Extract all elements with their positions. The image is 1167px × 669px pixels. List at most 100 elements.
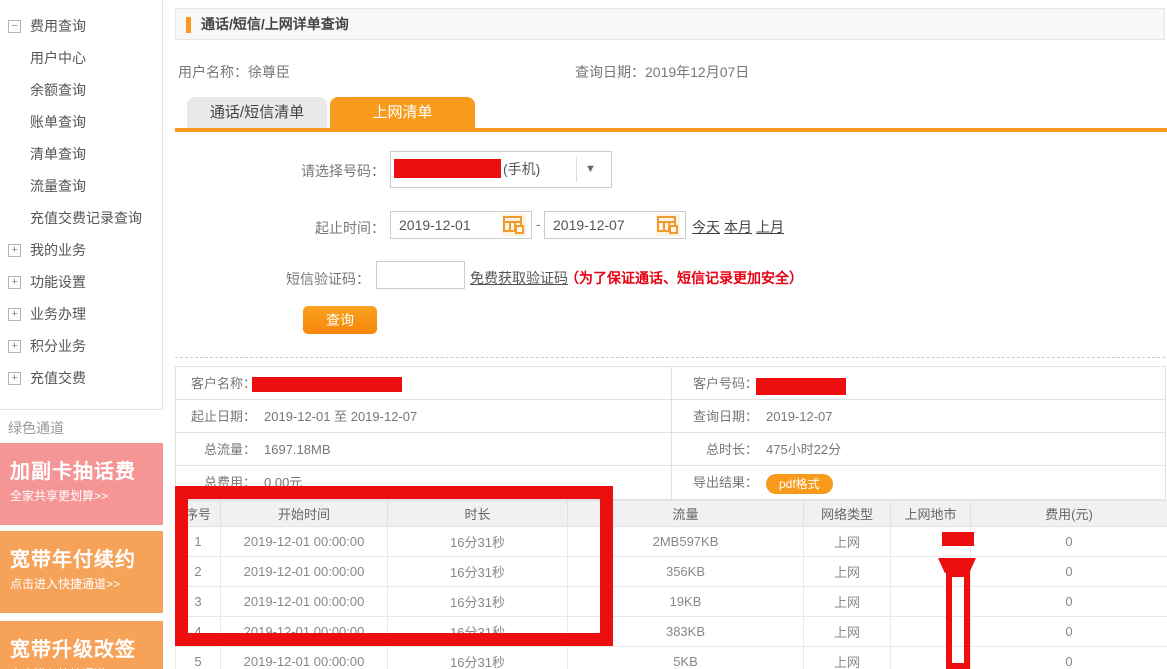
cell-network-type: 上网	[804, 527, 891, 557]
cell-network-type: 上网	[804, 647, 891, 669]
date-range-label: 起止日期：	[176, 400, 256, 433]
expand-icon[interactable]: +	[8, 244, 21, 257]
banner-title: 加副卡抽话费	[10, 455, 163, 484]
table-row: 2 2019-12-01 00:00:00 16分31秒 356KB 上网 0	[176, 557, 1167, 587]
sms-code-input[interactable]	[376, 261, 465, 289]
sidebar-item-label: 费用查询	[30, 18, 86, 34]
tab-internet-list[interactable]: 上网清单	[330, 97, 475, 128]
result-summary-table: 客户名称： 客户号码： 起止日期： 2019-12-01 至 2019-12-07…	[175, 366, 1166, 500]
expand-icon[interactable]: +	[8, 276, 21, 289]
title-accent-bar	[186, 17, 191, 33]
cell-duration: 16分31秒	[388, 617, 568, 647]
query-date-label: 查询日期：2019年12月07日	[575, 62, 749, 82]
query-date-label: 查询日期：	[673, 400, 758, 433]
col-header-city: 上网地市	[891, 501, 971, 527]
banner-subtitle: 点击进入快捷通道>>	[10, 665, 163, 669]
sidebar-item-label: 充值交费	[30, 370, 86, 386]
get-sms-code-link[interactable]: 免费获取验证码	[470, 268, 568, 288]
quick-link-today[interactable]: 今天	[692, 217, 720, 237]
sidebar-item-label: 充值交费记录查询	[30, 210, 142, 226]
sidebar-item-list-query[interactable]: 清单查询	[0, 138, 162, 170]
expand-icon[interactable]: +	[8, 372, 21, 385]
sidebar-item-service-handling[interactable]: + 业务办理	[0, 298, 162, 330]
banner-broadband-renewal[interactable]: 宽带年付续约 点击进入快捷通道>>	[0, 531, 163, 613]
table-header-row: 序号 开始时间 时长 流量 网络类型 上网地市 费用(元)	[176, 501, 1167, 527]
table-row: 4 2019-12-01 00:00:00 16分31秒 383KB 上网 0	[176, 617, 1167, 647]
total-volume-label: 总流量：	[176, 433, 256, 466]
summary-row-dates: 起止日期： 2019-12-01 至 2019-12-07 查询日期： 2019-1…	[176, 400, 1165, 433]
quick-link-this-month[interactable]: 本月	[724, 217, 752, 237]
cell-city	[891, 527, 971, 557]
sidebar-item-label: 我的业务	[30, 242, 86, 258]
page-title-bar: 通话/短信/上网详单查询	[175, 8, 1165, 40]
total-duration-value: 475小时22分	[766, 442, 841, 457]
sidebar-item-fee-query[interactable]: − 费用查询	[0, 10, 162, 42]
export-result-label: 导出结果：	[673, 466, 758, 499]
sidebar-item-points[interactable]: + 积分业务	[0, 330, 162, 362]
date-range-dash: -	[536, 216, 541, 232]
cell-duration: 16分31秒	[388, 557, 568, 587]
detail-query-page: − 费用查询 用户中心 余额查询 账单查询 清单查询 流量查询 充值交费记录查询…	[0, 0, 1167, 669]
dashed-divider	[175, 357, 1165, 358]
calendar-icon[interactable]	[656, 214, 680, 236]
col-header-duration: 时长	[388, 501, 568, 527]
collapse-icon[interactable]: −	[8, 20, 21, 33]
cell-volume: 19KB	[568, 587, 804, 617]
sidebar-item-label: 功能设置	[30, 274, 86, 290]
cell-duration: 16分31秒	[388, 527, 568, 557]
calendar-icon[interactable]	[502, 214, 526, 236]
number-select[interactable]: (手机) ▼	[390, 151, 612, 188]
banner-add-card[interactable]: 加副卡抽话费 全家共享更划算>>	[0, 443, 163, 525]
banner-subtitle: 全家共享更划算>>	[10, 487, 163, 504]
sms-security-note: （为了保证通话、短信记录更加安全）	[565, 268, 803, 288]
sms-code-label: 短信验证码：	[250, 269, 370, 289]
sidebar-item-label: 流量查询	[30, 178, 86, 194]
summary-row-fee-export: 总费用：0.00元 导出结果：pdf格式	[176, 466, 1165, 499]
banner-subtitle: 点击进入快捷通道>>	[10, 575, 163, 592]
sidebar-item-my-services[interactable]: + 我的业务	[0, 234, 162, 266]
cell-no: 5	[176, 647, 221, 669]
cell-start-time: 2019-12-01 00:00:00	[221, 647, 388, 669]
table-row: 3 2019-12-01 00:00:00 16分31秒 19KB 上网 0	[176, 587, 1167, 617]
cell-city	[891, 617, 971, 647]
banner-title: 宽带年付续约	[10, 543, 163, 572]
col-header-network-type: 网络类型	[804, 501, 891, 527]
tab-underline	[175, 128, 1167, 132]
expand-icon[interactable]: +	[8, 308, 21, 321]
number-suffix: (手机)	[503, 152, 540, 187]
page-title: 通话/短信/上网详单查询	[201, 9, 349, 40]
sidebar-item-function-settings[interactable]: + 功能设置	[0, 266, 162, 298]
sidebar-item-recharge[interactable]: + 充值交费	[0, 362, 162, 394]
sidebar-item-label: 账单查询	[30, 114, 86, 130]
banner-broadband-upgrade[interactable]: 宽带升级改签 点击进入快捷通道>>	[0, 621, 163, 669]
summary-row-totals: 总流量：1697.18MB 总时长：475小时22分	[176, 433, 1165, 466]
export-pdf-button[interactable]: pdf格式	[766, 474, 833, 494]
cell-duration: 16分31秒	[388, 587, 568, 617]
number-select-label: 请选择号码：	[265, 161, 385, 181]
green-channel-label: 绿色通道	[0, 416, 163, 440]
query-date-value: 2019-12-07	[766, 409, 833, 424]
select-divider	[576, 157, 577, 182]
cell-start-time: 2019-12-01 00:00:00	[221, 617, 388, 647]
expand-icon[interactable]: +	[8, 340, 21, 353]
customer-name-label: 客户名称：	[176, 367, 256, 400]
customer-number-label: 客户号码：	[673, 367, 758, 400]
cell-duration: 16分31秒	[388, 647, 568, 669]
total-duration-label: 总时长：	[673, 433, 758, 466]
sidebar-item-label: 业务办理	[30, 306, 86, 322]
date-range-label: 起止时间：	[265, 218, 385, 238]
tab-call-sms-list[interactable]: 通话/短信清单	[187, 97, 327, 128]
date-range-value: 2019-12-01 至 2019-12-07	[264, 409, 417, 424]
table-row: 1 2019-12-01 00:00:00 16分31秒 2MB597KB 上网…	[176, 527, 1167, 557]
sidebar-item-bill-query[interactable]: 账单查询	[0, 106, 162, 138]
cell-volume: 5KB	[568, 647, 804, 669]
sidebar-item-recharge-record-query[interactable]: 充值交费记录查询	[0, 202, 162, 234]
query-button[interactable]: 查询	[303, 306, 377, 334]
sidebar-item-label: 余额查询	[30, 82, 86, 98]
total-fee-value: 0.00元	[264, 475, 302, 490]
chevron-down-icon[interactable]: ▼	[585, 152, 596, 187]
sidebar-item-balance-query[interactable]: 余额查询	[0, 74, 162, 106]
sidebar-item-data-query[interactable]: 流量查询	[0, 170, 162, 202]
sidebar-item-user-center[interactable]: 用户中心	[0, 42, 162, 74]
quick-link-last-month[interactable]: 上月	[756, 217, 784, 237]
